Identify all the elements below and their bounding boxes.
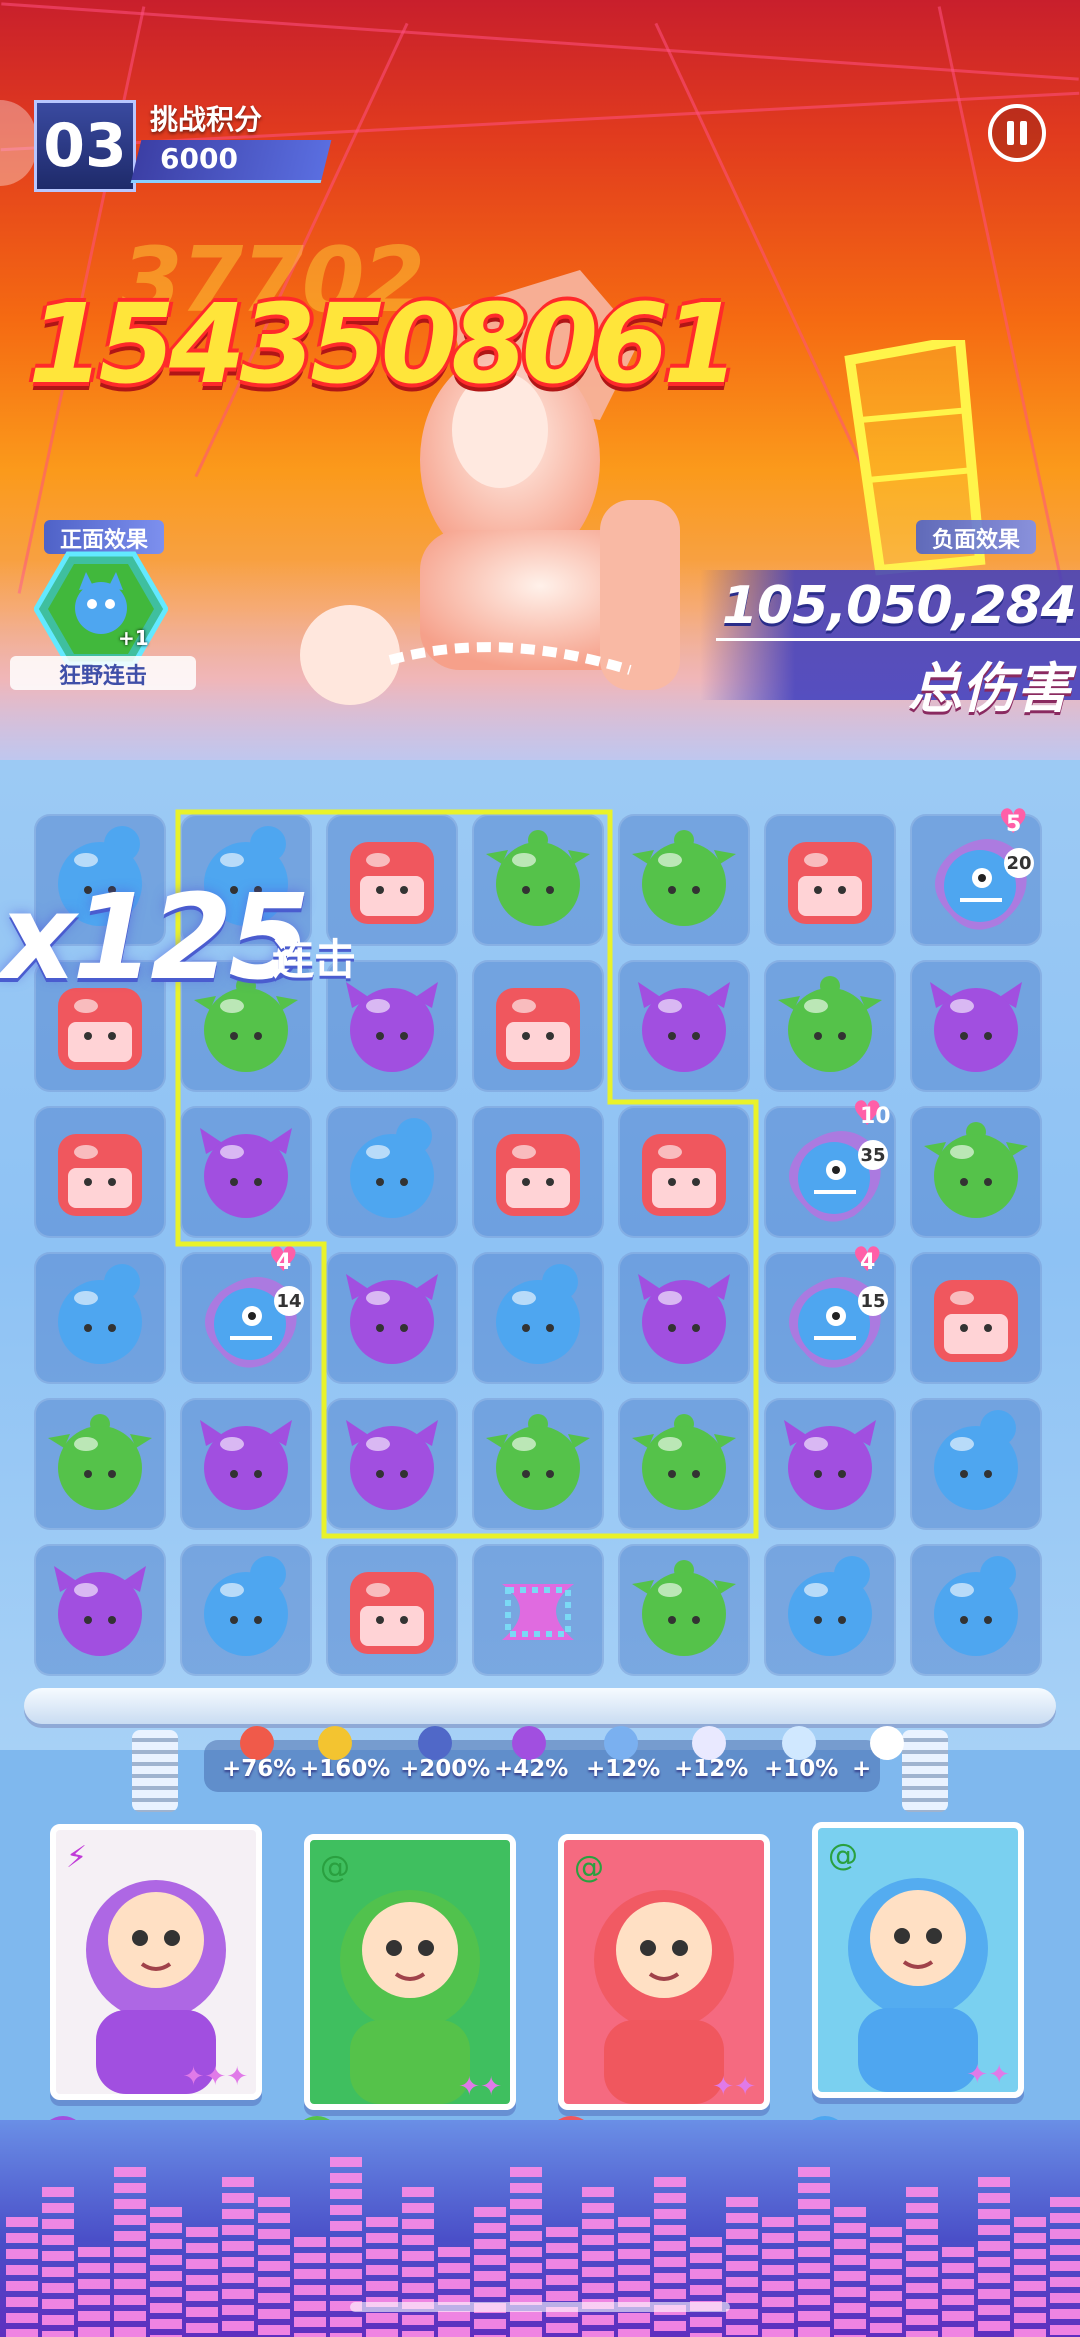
hero-stars: ✦✦ xyxy=(458,2072,502,2102)
buff-icon xyxy=(604,1726,638,1760)
tile-red[interactable] xyxy=(472,960,604,1092)
shark-turn-count: 35 xyxy=(858,1140,888,1170)
buff-icon xyxy=(318,1726,352,1760)
pause-button[interactable] xyxy=(988,104,1046,162)
tile-green[interactable] xyxy=(618,1544,750,1676)
home-indicator[interactable] xyxy=(350,2302,730,2312)
buff-icon xyxy=(240,1726,274,1760)
tile-red[interactable] xyxy=(34,1106,166,1238)
hero-card-opera-warrior[interactable]: ✦✦ @ xyxy=(304,1834,516,2110)
tile-green[interactable] xyxy=(618,1398,750,1530)
tile-green[interactable] xyxy=(910,1106,1042,1238)
tile-green[interactable] xyxy=(764,960,896,1092)
positive-effect-stack: +1 xyxy=(118,626,149,650)
tile-blue[interactable] xyxy=(180,1544,312,1676)
buff-value: +76% xyxy=(222,1756,297,1782)
shark-turn-count: 15 xyxy=(858,1286,888,1316)
hero-card-astronaut-bear[interactable]: ✦✦ @ xyxy=(558,1834,770,2110)
tile-purple[interactable] xyxy=(618,1252,750,1384)
buff-icon xyxy=(782,1726,816,1760)
buff-icon xyxy=(418,1726,452,1760)
tile-blue[interactable] xyxy=(910,1398,1042,1530)
pause-icon xyxy=(1007,121,1014,145)
lightning-icon: ⚡ xyxy=(66,1840,88,1875)
tile-purple[interactable] xyxy=(618,960,750,1092)
shark-turn-count: 20 xyxy=(1004,848,1034,878)
combo-counter: x125 xyxy=(0,868,310,1006)
tile-green[interactable] xyxy=(472,814,604,946)
tile-blue[interactable] xyxy=(472,1252,604,1384)
tile-purple[interactable] xyxy=(910,960,1042,1092)
buff-value: +200% xyxy=(400,1756,491,1782)
buff-value: +10% xyxy=(764,1756,839,1782)
tile-purple[interactable] xyxy=(764,1398,896,1530)
stage-number: 03 xyxy=(34,100,136,192)
buff-icon xyxy=(512,1726,546,1760)
shark-heart-count: ♥ 4 xyxy=(268,1240,299,1280)
swirl-icon: @ xyxy=(574,1850,604,1885)
swirl-icon: @ xyxy=(320,1850,350,1885)
total-damage-label: 总伤害 xyxy=(908,657,1070,720)
tile-blue[interactable] xyxy=(34,1252,166,1384)
buff-value: + xyxy=(852,1756,872,1782)
hero-card-pink-girl[interactable]: ✦✦ @ xyxy=(812,1822,1024,2098)
hero-stars: ✦✦ xyxy=(712,2072,756,2102)
tile-red[interactable] xyxy=(618,1106,750,1238)
tile-green[interactable] xyxy=(618,814,750,946)
wild-combo-effect-icon[interactable] xyxy=(34,550,168,668)
shark-heart-count: ♥ 4 xyxy=(852,1240,883,1280)
hero-card-skull-helmet-warrior[interactable]: ✦✦✦ ⚡ xyxy=(50,1824,262,2100)
buff-value: +12% xyxy=(674,1756,749,1782)
tile-blue[interactable] xyxy=(910,1544,1042,1676)
score-value: 6000 xyxy=(160,142,238,175)
tile-red[interactable] xyxy=(326,1544,458,1676)
buff-value: +42% xyxy=(494,1756,569,1782)
score-label: 挑战积分 xyxy=(150,103,263,136)
positive-effect-name: 狂野连击 xyxy=(58,664,147,689)
tile-purple[interactable] xyxy=(34,1544,166,1676)
negative-effect-label: 负面效果 xyxy=(931,528,1020,553)
buff-icon xyxy=(692,1726,726,1760)
tile-green[interactable] xyxy=(34,1398,166,1530)
shark-heart-count: ♥ 5 xyxy=(998,802,1029,842)
tile-red[interactable] xyxy=(472,1106,604,1238)
hero-stars: ✦✦✦ xyxy=(182,2062,248,2092)
buff-value: +12% xyxy=(586,1756,661,1782)
tile-red[interactable] xyxy=(910,1252,1042,1384)
combo-label: 连击 xyxy=(272,935,357,984)
tile-purple[interactable] xyxy=(180,1398,312,1530)
hero-stars: ✦✦ xyxy=(966,2060,1010,2090)
total-damage-value: 105,050,284 xyxy=(721,576,1077,636)
tile-purple[interactable] xyxy=(326,1398,458,1530)
shark-turn-count: 14 xyxy=(274,1286,304,1316)
tile-blue[interactable] xyxy=(764,1544,896,1676)
buff-icon xyxy=(870,1726,904,1760)
tile-purple[interactable] xyxy=(180,1106,312,1238)
tile-red[interactable] xyxy=(764,814,896,946)
tile-green[interactable] xyxy=(472,1398,604,1530)
buff-value: +160% xyxy=(300,1756,391,1782)
board-shelf xyxy=(24,1688,1056,1724)
tile-blue[interactable] xyxy=(326,1106,458,1238)
spring-right xyxy=(902,1730,948,1812)
shark-heart-count: ♥ 10 xyxy=(852,1094,891,1134)
tile-purple[interactable] xyxy=(326,1252,458,1384)
tile-special[interactable] xyxy=(472,1544,604,1676)
spring-left xyxy=(132,1730,178,1812)
damage-popup: 1543508061 xyxy=(28,280,739,408)
swirl-icon: @ xyxy=(828,1838,858,1873)
